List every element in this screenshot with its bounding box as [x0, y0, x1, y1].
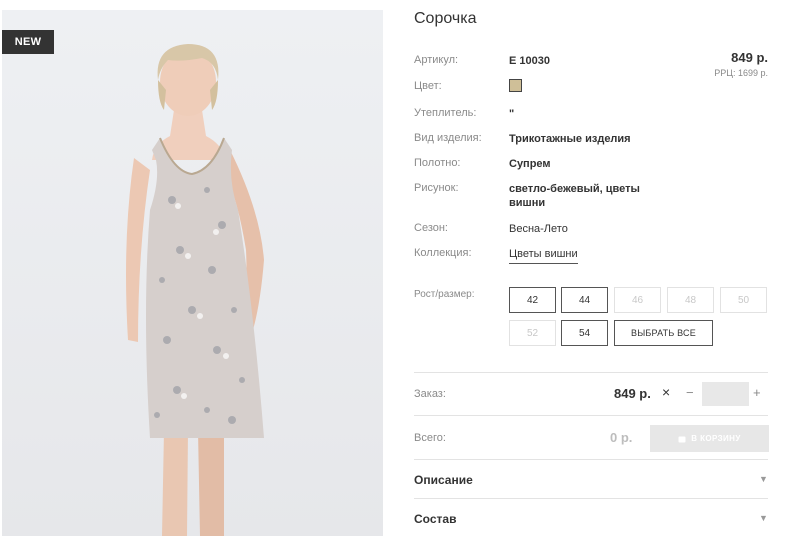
- attr-label: Сезон:: [414, 222, 448, 234]
- quantity-input[interactable]: [702, 382, 749, 406]
- order-label: Заказ:: [414, 388, 446, 400]
- size-option-42[interactable]: 42: [509, 287, 556, 313]
- add-to-cart-button[interactable]: В КОРЗИНУ: [650, 425, 769, 452]
- divider: [414, 415, 768, 416]
- new-badge: NEW: [2, 30, 54, 54]
- attr-value: светло-бежевый, цветы вишни: [509, 183, 640, 209]
- model-illustration: [2, 10, 383, 536]
- quantity-increment-button[interactable]: +: [753, 385, 761, 400]
- size-label: Рост/размер:: [414, 289, 475, 300]
- attr-value: ": [509, 108, 515, 120]
- select-all-sizes-button[interactable]: ВЫБРАТЬ ВСЕ: [614, 320, 713, 346]
- divider: [414, 372, 768, 373]
- attr-label: Цвет:: [414, 80, 442, 92]
- total-value: 0 р.: [610, 430, 633, 445]
- collection-link[interactable]: Цветы вишни: [509, 247, 578, 264]
- size-option-48: 48: [667, 287, 714, 313]
- attr-value: Супрем: [509, 158, 551, 170]
- attr-value: Весна-Лето: [509, 223, 568, 235]
- recommended-retail-price: PPЦ: 1699 р.: [714, 68, 768, 78]
- cart-icon: [678, 436, 686, 442]
- quantity-decrement-button[interactable]: −: [686, 385, 694, 400]
- add-to-cart-label: В КОРЗИНУ: [691, 434, 741, 443]
- attr-label: Артикул:: [414, 54, 459, 66]
- description-accordion[interactable]: Описание: [414, 473, 473, 487]
- total-label: Всего:: [414, 432, 446, 444]
- attr-label: Утеплитель:: [414, 107, 477, 119]
- attr-label: Полотно:: [414, 157, 461, 169]
- order-price: 849 р.: [614, 386, 651, 401]
- attr-label: Вид изделия:: [414, 132, 482, 144]
- times-icon: ×: [662, 384, 671, 400]
- product-price: 849 р.: [731, 50, 768, 65]
- product-photo[interactable]: [2, 10, 383, 536]
- attr-label: Коллекция:: [414, 247, 472, 259]
- size-option-50: 50: [720, 287, 767, 313]
- product-title: Сорочка: [414, 10, 477, 27]
- composition-accordion[interactable]: Состав: [414, 512, 456, 526]
- color-swatch[interactable]: [509, 79, 522, 92]
- attr-label: Рисунок:: [414, 182, 459, 194]
- size-option-46: 46: [614, 287, 661, 313]
- chevron-down-icon[interactable]: ▼: [759, 513, 768, 523]
- chevron-down-icon[interactable]: ▼: [759, 474, 768, 484]
- size-option-54[interactable]: 54: [561, 320, 608, 346]
- divider: [414, 459, 768, 460]
- attr-value: E 10030: [509, 55, 550, 67]
- size-option-52: 52: [509, 320, 556, 346]
- size-option-44[interactable]: 44: [561, 287, 608, 313]
- divider: [414, 498, 768, 499]
- attr-value: Трикотажные изделия: [509, 133, 631, 145]
